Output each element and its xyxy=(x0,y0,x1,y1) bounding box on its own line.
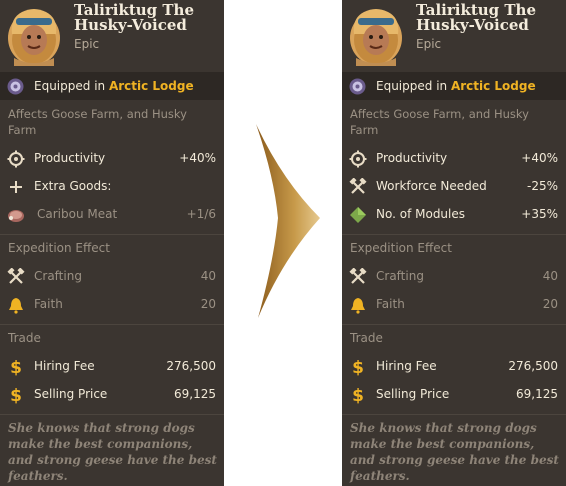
character-portrait-icon xyxy=(6,4,62,66)
character-name: Taliriktug The Husky-Voiced xyxy=(74,1,194,34)
trade-label: Hiring Fee xyxy=(34,359,95,373)
faith-bell-icon xyxy=(7,296,25,314)
arctic-lodge-icon xyxy=(349,78,366,95)
effect-label: Productivity xyxy=(376,151,448,165)
productivity-gear-icon xyxy=(7,150,25,168)
effect-label: Extra Goods: xyxy=(34,179,112,193)
expedition-section-title: Expedition Effect xyxy=(350,241,452,255)
crafting-tools-icon xyxy=(7,268,25,286)
affects-text: Affects Goose Farm, and Husky Farm xyxy=(350,107,529,137)
trade-value: 276,500 xyxy=(166,359,216,373)
divider xyxy=(342,414,566,415)
trade-value: 276,500 xyxy=(508,359,558,373)
modules-icon xyxy=(349,206,367,224)
equipped-prefix: Equipped in xyxy=(34,79,109,93)
trade-row-hiring-fee: Hiring Fee 276,500 xyxy=(342,355,566,379)
effect-value: +40% xyxy=(179,151,216,165)
equipped-location-link[interactable]: Arctic Lodge xyxy=(451,79,536,93)
trade-row-hiring-fee: Hiring Fee 276,500 xyxy=(0,355,224,379)
divider xyxy=(0,324,224,325)
effect-label: Caribou Meat xyxy=(37,207,118,221)
trade-label: Selling Price xyxy=(376,387,450,401)
expedition-value: 40 xyxy=(200,269,216,283)
dollar-icon xyxy=(7,386,25,404)
productivity-gear-icon xyxy=(349,150,367,168)
expedition-row-crafting: Crafting 40 xyxy=(0,265,224,289)
expedition-section-title: Expedition Effect xyxy=(8,241,110,255)
effect-label: Productivity xyxy=(34,151,106,165)
trade-row-selling-price: Selling Price 69,125 xyxy=(0,383,224,407)
character-portrait-icon xyxy=(348,4,404,66)
affects-text: Affects Goose Farm, and Husky Farm xyxy=(8,107,187,137)
expedition-value: 40 xyxy=(542,269,558,283)
character-card-after: Taliriktug The Husky-Voiced Epic Equippe… xyxy=(342,0,566,486)
dollar-icon xyxy=(349,358,367,376)
character-card-before: Taliriktug The Husky-Voiced Epic Equippe… xyxy=(0,0,224,486)
expedition-value: 20 xyxy=(542,297,558,311)
expedition-row-faith: Faith 20 xyxy=(342,293,566,317)
trade-row-selling-price: Selling Price 69,125 xyxy=(342,383,566,407)
effect-row-productivity: Productivity +40% xyxy=(342,147,566,171)
divider xyxy=(0,414,224,415)
expedition-label: Crafting xyxy=(376,269,424,283)
equipped-bar: Equipped in Arctic Lodge xyxy=(0,72,224,100)
equipped-bar: Equipped in Arctic Lodge xyxy=(342,72,566,100)
arctic-lodge-icon xyxy=(7,78,24,95)
effect-value: +35% xyxy=(521,207,558,221)
expedition-row-faith: Faith 20 xyxy=(0,293,224,317)
equipped-location-link[interactable]: Arctic Lodge xyxy=(109,79,194,93)
equipped-prefix: Equipped in xyxy=(376,79,451,93)
card-header: Taliriktug The Husky-Voiced Epic xyxy=(0,0,224,72)
rarity-label: Epic xyxy=(74,37,100,51)
trade-section-title: Trade xyxy=(350,331,383,345)
plus-icon xyxy=(7,178,25,196)
trade-label: Hiring Fee xyxy=(376,359,437,373)
effect-value: +40% xyxy=(521,151,558,165)
effect-row-modules: No. of Modules +35% xyxy=(342,203,566,227)
arrow-right-icon xyxy=(256,124,320,318)
divider xyxy=(0,234,224,235)
caribou-meat-icon xyxy=(7,206,25,224)
expedition-label: Crafting xyxy=(34,269,82,283)
effect-label: No. of Modules xyxy=(376,207,466,221)
effect-value: -25% xyxy=(526,179,558,193)
dollar-icon xyxy=(7,358,25,376)
effect-row-extra-goods: Extra Goods: xyxy=(0,175,224,199)
workforce-tools-icon xyxy=(349,178,367,196)
card-header: Taliriktug The Husky-Voiced Epic xyxy=(342,0,566,72)
faith-bell-icon xyxy=(349,296,367,314)
divider xyxy=(342,324,566,325)
trade-value: 69,125 xyxy=(516,387,558,401)
divider xyxy=(342,234,566,235)
effect-row-workforce-needed: Workforce Needed -25% xyxy=(342,175,566,199)
expedition-value: 20 xyxy=(200,297,216,311)
trade-label: Selling Price xyxy=(34,387,108,401)
expedition-row-crafting: Crafting 40 xyxy=(342,265,566,289)
rarity-label: Epic xyxy=(416,37,442,51)
crafting-tools-icon xyxy=(349,268,367,286)
flavor-text: She knows that strong dogs make the best… xyxy=(350,421,559,483)
effect-row-caribou-meat: Caribou Meat +1/6 xyxy=(0,203,224,227)
trade-section-title: Trade xyxy=(8,331,41,345)
effect-row-productivity: Productivity +40% xyxy=(0,147,224,171)
flavor-text: She knows that strong dogs make the best… xyxy=(8,421,217,483)
expedition-label: Faith xyxy=(376,297,405,311)
effect-label: Workforce Needed xyxy=(376,179,487,193)
character-name: Taliriktug The Husky-Voiced xyxy=(416,1,536,34)
trade-value: 69,125 xyxy=(174,387,216,401)
dollar-icon xyxy=(349,386,367,404)
expedition-label: Faith xyxy=(34,297,63,311)
effect-value: +1/6 xyxy=(186,207,216,221)
